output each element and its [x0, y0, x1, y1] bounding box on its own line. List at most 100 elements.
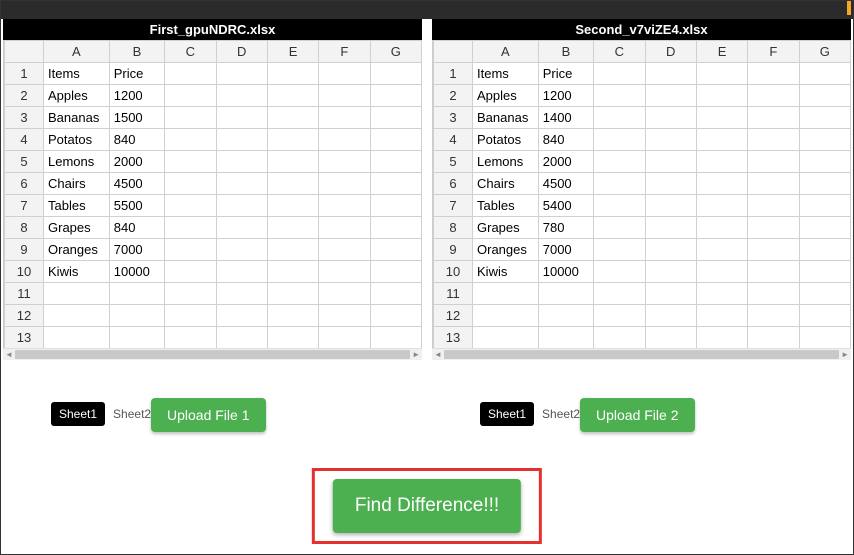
cell[interactable]: Bananas [473, 107, 539, 129]
col-header[interactable]: C [594, 41, 645, 63]
cell[interactable] [319, 151, 370, 173]
cell[interactable] [165, 107, 216, 129]
col-header[interactable]: D [645, 41, 696, 63]
cell[interactable] [696, 107, 747, 129]
cell[interactable] [267, 151, 318, 173]
cell[interactable] [594, 63, 645, 85]
row-header[interactable]: 4 [434, 129, 473, 151]
cell[interactable] [267, 217, 318, 239]
cell[interactable] [538, 283, 593, 305]
cell[interactable] [165, 195, 216, 217]
cell[interactable] [165, 129, 216, 151]
cell[interactable] [594, 129, 645, 151]
row-header[interactable]: 12 [434, 305, 473, 327]
cell[interactable] [44, 283, 110, 305]
cell[interactable] [696, 195, 747, 217]
cell[interactable] [696, 261, 747, 283]
cell[interactable] [216, 305, 267, 327]
cell[interactable] [165, 305, 216, 327]
cell[interactable]: Kiwis [473, 261, 539, 283]
cell[interactable] [594, 85, 645, 107]
scroll-thumb[interactable] [444, 350, 839, 359]
cell[interactable] [109, 283, 164, 305]
cell[interactable] [594, 305, 645, 327]
cell[interactable] [594, 327, 645, 349]
cell[interactable]: Tables [473, 195, 539, 217]
row-header[interactable]: 6 [434, 173, 473, 195]
cell[interactable]: 1500 [109, 107, 164, 129]
cell[interactable] [645, 173, 696, 195]
cell[interactable] [594, 261, 645, 283]
col-header[interactable]: F [748, 41, 799, 63]
cell[interactable]: Price [538, 63, 593, 85]
cell[interactable]: 2000 [109, 151, 164, 173]
cell[interactable] [799, 327, 850, 349]
cell[interactable] [696, 327, 747, 349]
cell[interactable] [370, 217, 421, 239]
col-header[interactable]: A [473, 41, 539, 63]
cell[interactable] [473, 327, 539, 349]
cell[interactable] [109, 305, 164, 327]
row-header[interactable]: 10 [434, 261, 473, 283]
cell[interactable] [165, 261, 216, 283]
row-header[interactable]: 2 [434, 85, 473, 107]
cell[interactable] [370, 173, 421, 195]
row-header[interactable]: 7 [434, 195, 473, 217]
grid-right[interactable]: A B C D E F G 1ItemsPrice2Apples12003Ban… [432, 40, 851, 349]
cell[interactable] [267, 85, 318, 107]
corner-cell[interactable] [5, 41, 44, 63]
row-header[interactable]: 9 [434, 239, 473, 261]
cell[interactable] [370, 129, 421, 151]
cell[interactable]: 10000 [109, 261, 164, 283]
cell[interactable] [799, 63, 850, 85]
cell[interactable] [267, 129, 318, 151]
cell[interactable] [748, 151, 799, 173]
cell[interactable] [748, 129, 799, 151]
cell[interactable] [696, 129, 747, 151]
cell[interactable] [216, 261, 267, 283]
cell[interactable] [319, 239, 370, 261]
row-header[interactable]: 11 [434, 283, 473, 305]
cell[interactable]: Chairs [473, 173, 539, 195]
row-header[interactable]: 5 [434, 151, 473, 173]
cell[interactable] [473, 283, 539, 305]
cell[interactable] [748, 261, 799, 283]
scroll-thumb[interactable] [15, 350, 410, 359]
cell[interactable] [370, 63, 421, 85]
cell[interactable] [473, 305, 539, 327]
cell[interactable] [319, 107, 370, 129]
cell[interactable]: Lemons [473, 151, 539, 173]
col-header[interactable]: E [267, 41, 318, 63]
cell[interactable] [799, 261, 850, 283]
cell[interactable] [216, 173, 267, 195]
cell[interactable] [267, 305, 318, 327]
scroll-left-icon[interactable]: ◄ [434, 350, 442, 359]
cell[interactable] [267, 173, 318, 195]
row-header[interactable]: 8 [434, 217, 473, 239]
cell[interactable] [370, 151, 421, 173]
cell[interactable]: Apples [473, 85, 539, 107]
col-header[interactable]: D [216, 41, 267, 63]
cell[interactable] [319, 63, 370, 85]
cell[interactable] [748, 173, 799, 195]
cell[interactable] [594, 107, 645, 129]
cell[interactable]: Apples [44, 85, 110, 107]
row-header[interactable]: 4 [5, 129, 44, 151]
cell[interactable] [267, 63, 318, 85]
cell[interactable] [319, 195, 370, 217]
cell[interactable] [799, 173, 850, 195]
row-header[interactable]: 13 [5, 327, 44, 349]
cell[interactable] [696, 63, 747, 85]
cell[interactable] [696, 151, 747, 173]
cell[interactable] [216, 63, 267, 85]
cell[interactable] [267, 283, 318, 305]
cell[interactable] [645, 63, 696, 85]
cell[interactable] [594, 195, 645, 217]
cell[interactable]: Potatos [44, 129, 110, 151]
cell[interactable] [645, 107, 696, 129]
cell[interactable] [645, 129, 696, 151]
cell[interactable] [267, 327, 318, 349]
cell[interactable] [645, 261, 696, 283]
hscrollbar-left[interactable]: ◄ ► [3, 348, 422, 360]
cell[interactable] [799, 283, 850, 305]
